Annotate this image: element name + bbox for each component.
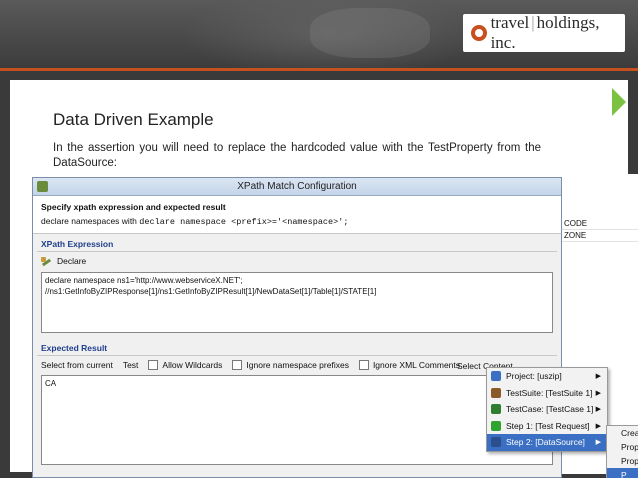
background-row-code: CODE bbox=[562, 218, 638, 230]
test-request-icon bbox=[491, 420, 501, 431]
ignore-xml-comments-option[interactable]: Ignore XML Comments bbox=[358, 359, 460, 370]
submenu-arrow-icon: ▶ bbox=[595, 439, 601, 446]
submenu-item-2[interactable]: Prop bbox=[607, 454, 638, 468]
xpath-match-dialog: XPath Match Configuration Specify xpath … bbox=[32, 177, 562, 478]
submenu-arrow-icon: ▶ bbox=[595, 406, 601, 413]
testsuite-icon bbox=[491, 387, 501, 398]
expected-result-input[interactable]: CA bbox=[41, 375, 553, 465]
slide-accent-triangle bbox=[612, 88, 626, 116]
company-logo: travel | holdings, inc. bbox=[463, 13, 625, 52]
test-button[interactable]: Test bbox=[123, 360, 139, 370]
header-divider bbox=[0, 68, 638, 71]
dialog-header-title: Specify xpath expression and expected re… bbox=[41, 202, 226, 212]
submenu-item-0[interactable]: Crea bbox=[607, 426, 638, 440]
datasource-icon bbox=[491, 437, 501, 448]
submenu-arrow-icon: ▶ bbox=[595, 373, 601, 380]
background-row-zone: ZONE bbox=[562, 230, 638, 242]
ignore-ns-prefixes-checkbox[interactable] bbox=[232, 359, 243, 370]
xpath-expression-input[interactable]: declare namespace ns1='http://www.webser… bbox=[41, 272, 553, 333]
header-banner: travel | holdings, inc. bbox=[0, 0, 638, 68]
ignore-ns-prefixes-option[interactable]: Ignore namespace prefixes bbox=[232, 359, 349, 370]
xpath-toolbar: Declare bbox=[33, 252, 561, 270]
menu-item-project[interactable]: Project: [uszip] ▶ bbox=[487, 368, 607, 385]
xpath-section-label: XPath Expression bbox=[41, 239, 114, 249]
menu-item-step2[interactable]: Step 2: [DataSource] ▶ bbox=[487, 434, 607, 451]
select-from-current-button[interactable]: Select from current bbox=[41, 360, 113, 370]
dialog-header-text: declare namespaces with declare namespac… bbox=[41, 216, 349, 227]
expected-result-section-label: Expected Result bbox=[41, 343, 108, 353]
datasource-submenu: Crea Prop Prop P bbox=[606, 425, 638, 478]
allow-wildcards-checkbox[interactable] bbox=[148, 359, 159, 370]
allow-wildcards-option[interactable]: Allow Wildcards bbox=[148, 359, 222, 370]
declare-button[interactable]: Declare bbox=[57, 256, 86, 266]
declare-icon bbox=[41, 256, 52, 267]
ignore-xml-comments-checkbox[interactable] bbox=[358, 359, 369, 370]
logo-brand: travel bbox=[490, 13, 530, 32]
submenu-item-3[interactable]: P bbox=[607, 468, 638, 478]
submenu-arrow-icon: ▶ bbox=[595, 422, 601, 430]
menu-item-testsuite[interactable]: TestSuite: [TestSuite 1] ▶ bbox=[487, 385, 607, 402]
submenu-arrow-icon: ▶ bbox=[595, 389, 601, 397]
submenu-item-1[interactable]: Prop bbox=[607, 440, 638, 454]
dialog-header-panel: Specify xpath expression and expected re… bbox=[33, 196, 561, 234]
logo-mark-icon bbox=[471, 25, 487, 41]
world-map-graphic-accent bbox=[310, 8, 430, 58]
slide-text: In the assertion you will need to replac… bbox=[53, 142, 541, 169]
menu-item-step1[interactable]: Step 1: [Test Request] ▶ bbox=[487, 418, 607, 435]
testcase-icon bbox=[491, 404, 501, 415]
project-icon bbox=[491, 371, 501, 382]
select-content-menu: Project: [uszip] ▶ TestSuite: [TestSuite … bbox=[486, 367, 608, 452]
dialog-titlebar[interactable]: XPath Match Configuration bbox=[33, 178, 561, 196]
slide-title: Data Driven Example bbox=[53, 110, 214, 129]
menu-item-testcase[interactable]: TestCase: [TestCase 1] ▶ bbox=[487, 401, 607, 418]
dialog-title: XPath Match Configuration bbox=[237, 181, 357, 192]
